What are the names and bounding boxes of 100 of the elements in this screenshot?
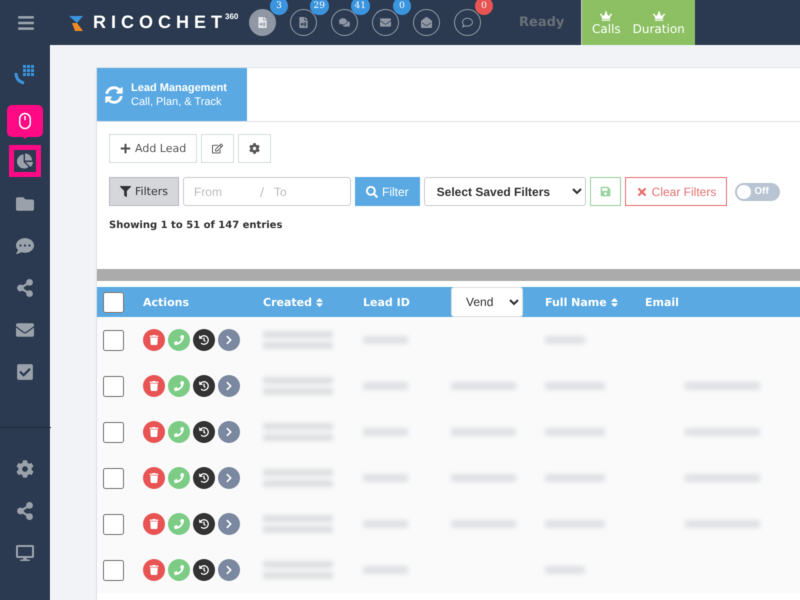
blurred-text: [263, 561, 333, 579]
comment-icon: [462, 17, 473, 28]
chevron-icon: [224, 335, 234, 345]
phone-icon: [174, 381, 184, 391]
open-button[interactable]: [218, 559, 240, 581]
count-badge: 0: [393, 0, 411, 15]
history-button[interactable]: [193, 467, 215, 489]
history-button[interactable]: [193, 375, 215, 397]
column-header[interactable]: Actions: [143, 296, 263, 308]
crown-icon: [652, 10, 665, 22]
notification-button[interactable]: [413, 9, 440, 36]
refresh-icon: [105, 86, 123, 104]
blurred-text: [451, 428, 516, 436]
mouse-icon: [16, 112, 34, 130]
delete-button[interactable]: [143, 467, 165, 489]
blurred-text: [363, 566, 408, 574]
chevron-icon: [224, 427, 234, 437]
history-icon: [199, 473, 209, 483]
history-button[interactable]: [193, 559, 215, 581]
plus-icon: [120, 143, 131, 154]
toggle-switch[interactable]: Off: [735, 182, 780, 200]
blurred-text: [263, 423, 333, 441]
row-checkbox[interactable]: [103, 376, 124, 396]
blurred-text: [545, 474, 605, 482]
filter-button[interactable]: Filter: [354, 177, 420, 206]
blurred-text: [451, 520, 516, 528]
blurred-text: [451, 382, 516, 390]
row-checkbox[interactable]: [103, 514, 124, 534]
filters-button[interactable]: Filters: [109, 177, 179, 206]
chat-icon: [16, 237, 34, 255]
audio-file-icon: [298, 17, 309, 28]
chevron-icon: [224, 519, 234, 529]
row-checkbox[interactable]: [103, 330, 124, 350]
select-all-checkbox[interactable]: [103, 292, 124, 312]
count-badge: 0: [475, 0, 493, 15]
phone-dialpad-icon: [13, 63, 37, 85]
clear-filters-button[interactable]: Clear Filters: [624, 177, 728, 206]
notification-button[interactable]: [249, 9, 276, 36]
stat-label: Calls: [592, 22, 621, 36]
history-icon: [199, 565, 209, 575]
delete-button[interactable]: [143, 375, 165, 397]
blurred-text: [363, 382, 408, 390]
column-header[interactable]: Lead ID: [363, 296, 451, 308]
blurred-text: [363, 474, 408, 482]
folder-icon: [16, 195, 34, 213]
chat-icon: [339, 17, 350, 28]
blurred-text: [545, 520, 605, 528]
column-header[interactable]: Email: [645, 296, 725, 308]
mail-icon: [380, 17, 391, 28]
edit-icon: [212, 143, 224, 154]
blurred-text: [545, 336, 585, 344]
notification-button[interactable]: [372, 9, 399, 36]
blurred-text: [451, 474, 516, 482]
history-button[interactable]: [193, 421, 215, 443]
history-icon: [199, 519, 209, 529]
pie-chart-icon: [14, 150, 36, 172]
history-button[interactable]: [193, 329, 215, 351]
page-tab[interactable]: Lead Management Call, Plan, & Track: [97, 68, 247, 121]
trash-icon: [149, 427, 159, 437]
delete-button[interactable]: [143, 559, 165, 581]
logo-icon: [69, 14, 85, 32]
trash-icon: [149, 473, 159, 483]
row-checkbox[interactable]: [103, 560, 124, 580]
chevron-icon: [224, 381, 234, 391]
column-header[interactable]: Created: [263, 296, 363, 308]
delete-button[interactable]: [143, 329, 165, 351]
row-checkbox[interactable]: [103, 422, 124, 442]
edit-button[interactable]: [201, 134, 234, 163]
add-lead-button[interactable]: Add Lead: [109, 134, 198, 163]
count-badge: 3: [270, 0, 288, 15]
open-button[interactable]: [218, 329, 240, 351]
phone-icon: [174, 335, 184, 345]
column-header[interactable]: Full Name: [545, 296, 645, 308]
crown-icon: [600, 10, 612, 22]
phone-icon: [174, 519, 184, 529]
sidebar-item[interactable]: [9, 145, 41, 177]
share-icon: [16, 279, 34, 297]
row-checkbox[interactable]: [103, 468, 124, 488]
trash-icon: [149, 381, 159, 391]
open-button[interactable]: [218, 375, 240, 397]
blurred-text: [263, 469, 333, 487]
blurred-text: [363, 428, 408, 436]
vendor-select[interactable]: Vend: [451, 287, 523, 317]
count-badge: 29: [310, 0, 329, 15]
history-button[interactable]: [193, 513, 215, 535]
history-icon: [199, 381, 209, 391]
saved-filters-select[interactable]: Select Saved Filters: [424, 177, 586, 206]
settings-button[interactable]: [238, 134, 272, 163]
delete-button[interactable]: [143, 513, 165, 535]
open-button[interactable]: [218, 513, 240, 535]
trash-icon: [149, 519, 159, 529]
delete-button[interactable]: [143, 421, 165, 443]
scroll-bar[interactable]: [97, 269, 800, 281]
history-icon: [199, 427, 209, 437]
menu-icon: [16, 14, 34, 32]
open-button[interactable]: [218, 421, 240, 443]
open-button[interactable]: [218, 467, 240, 489]
phone-icon: [174, 565, 184, 575]
chevron-icon: [224, 473, 234, 483]
filter-icon: [120, 186, 131, 197]
